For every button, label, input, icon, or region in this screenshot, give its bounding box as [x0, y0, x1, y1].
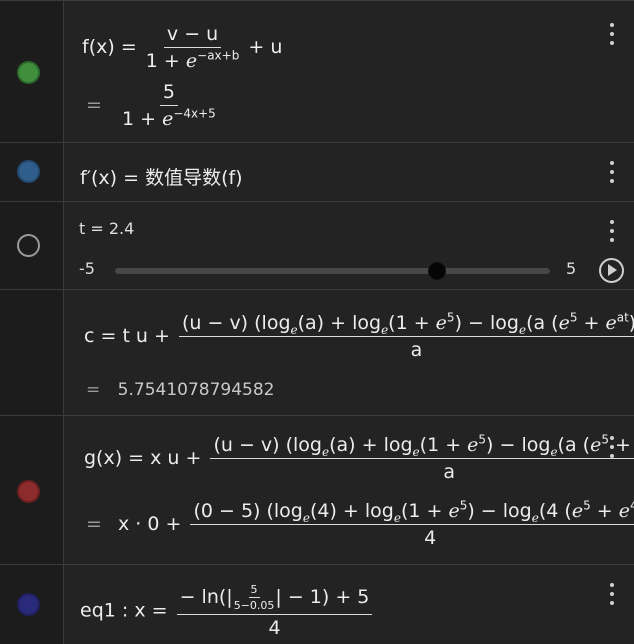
eq1-fraction: − ln(| 5 5−0.05 | − 1) + 5 4 — [176, 583, 373, 639]
row-gutter — [0, 416, 64, 564]
inner-numerator: 5 — [248, 583, 260, 598]
visibility-toggle-t[interactable] — [17, 234, 40, 257]
f-tail: + u — [248, 36, 283, 58]
e-symbol: e — [185, 50, 198, 72]
c-result: = 5.7541078794582 — [86, 380, 274, 400]
row-gutter — [0, 565, 64, 644]
t-definition[interactable]: t = 2.4 — [79, 219, 134, 238]
row-content: f(x) = v − u 1 + e−ax+b + u = 5 1 + e−4x… — [64, 1, 634, 142]
g-result-numerator: (0 − 5) (loge(4) + loge(1 + e5) − loge(4… — [190, 500, 634, 525]
row-content: eq1 : x = − ln(| 5 5−0.05 | − 1) + 5 4 — [64, 565, 634, 644]
algebra-row-g[interactable]: g(x) = x u + (u − v) (loge(a) + loge(1 +… — [0, 415, 634, 564]
more-options-icon[interactable] — [606, 23, 618, 45]
num-prefix: − ln(| — [179, 586, 233, 608]
fprime-definition[interactable]: f′(x) = 数值导数(f) — [80, 163, 243, 190]
row-gutter — [0, 202, 64, 289]
row-gutter — [0, 143, 64, 201]
exponent: −4x+5 — [173, 106, 216, 121]
slider-track[interactable] — [115, 268, 550, 274]
visibility-toggle-fprime[interactable] — [17, 160, 40, 183]
f-result: = 5 1 + e−4x+5 — [86, 81, 219, 130]
eq1-numerator: − ln(| 5 5−0.05 | − 1) + 5 — [176, 583, 373, 615]
g-definition[interactable]: g(x) = x u + (u − v) (loge(a) + loge(1 +… — [84, 434, 634, 483]
visibility-toggle-eq1[interactable] — [17, 593, 40, 616]
equals-sign: = — [120, 36, 137, 58]
f-result-numerator: 5 — [159, 81, 178, 106]
algebra-row-t[interactable]: t = 2.4 -5 5 — [0, 201, 634, 289]
f-fraction: v − u 1 + e−ax+b — [146, 23, 240, 72]
row-content: t = 2.4 -5 5 — [64, 202, 634, 289]
result-equals: = — [86, 513, 102, 535]
f-lhs: f(x) — [82, 36, 115, 58]
g-result-lhs: x · 0 + — [117, 513, 182, 535]
more-options-icon[interactable] — [606, 161, 618, 183]
g-fraction: (u − v) (loge(a) + loge(1 + e5) − loge(a… — [210, 434, 634, 483]
visibility-toggle-g[interactable] — [17, 480, 40, 503]
row-gutter — [0, 1, 64, 142]
algebra-row-fprime[interactable]: f′(x) = 数值导数(f) — [0, 142, 634, 201]
g-result-denominator: 4 — [424, 527, 437, 549]
g-lhs: g(x) = x u + — [84, 447, 202, 469]
eq1-definition[interactable]: eq1 : x = − ln(| 5 5−0.05 | − 1) + 5 4 — [80, 583, 375, 639]
c-lhs: c = t u + — [84, 325, 170, 347]
c-value: 5.7541078794582 — [117, 380, 275, 400]
eq1-denominator: 4 — [268, 617, 281, 639]
eq1-lhs: eq1 : x = — [80, 599, 168, 622]
inner-denominator: 5−0.05 — [233, 599, 275, 612]
algebra-row-eq1[interactable]: eq1 : x = − ln(| 5 5−0.05 | − 1) + 5 4 — [0, 564, 634, 644]
inner-fraction: 5 5−0.05 — [234, 583, 275, 612]
more-options-icon[interactable] — [606, 583, 618, 605]
c-numerator: (u − v) (loge(a) + loge(1 + e5) − loge(a… — [178, 312, 634, 337]
c-fraction: (u − v) (loge(a) + loge(1 + e5) − loge(a… — [178, 312, 634, 361]
visibility-toggle-f[interactable] — [17, 61, 40, 84]
g-numerator: (u − v) (loge(a) + loge(1 + e5) − loge(a… — [210, 434, 634, 459]
result-equals: = — [86, 380, 101, 400]
exponent: −ax+b — [197, 48, 240, 63]
slider-min-label: -5 — [79, 259, 95, 278]
slider-thumb[interactable] — [427, 262, 446, 280]
f-denominator: 1 + e−ax+b — [146, 48, 240, 72]
play-icon[interactable] — [599, 258, 624, 283]
g-result: = x · 0 + (0 − 5) (loge(4) + loge(1 + e5… — [86, 500, 634, 549]
den-prefix: 1 + — [121, 108, 157, 130]
more-options-icon[interactable] — [606, 220, 618, 242]
e-symbol: e — [162, 108, 174, 130]
c-definition[interactable]: c = t u + (u − v) (loge(a) + loge(1 + e5… — [84, 312, 634, 361]
algebra-row-c[interactable]: c = t u + (u − v) (loge(a) + loge(1 + e5… — [0, 289, 634, 415]
f-definition[interactable]: f(x) = v − u 1 + e−ax+b + u — [82, 23, 282, 72]
result-equals: = — [86, 94, 102, 116]
den-prefix: 1 + — [145, 50, 180, 72]
row-gutter — [0, 290, 64, 415]
g-result-fraction: (0 − 5) (loge(4) + loge(1 + e5) − loge(4… — [190, 500, 634, 549]
f-result-denominator: 1 + e−4x+5 — [122, 106, 216, 130]
num-suffix: | − 1) + 5 — [275, 586, 370, 608]
slider-max-label: 5 — [566, 259, 577, 278]
g-denominator: a — [443, 461, 456, 483]
row-content: g(x) = x u + (u − v) (loge(a) + loge(1 +… — [64, 416, 634, 564]
c-denominator: a — [410, 339, 423, 361]
more-options-icon[interactable] — [606, 436, 618, 458]
f-numerator: v − u — [163, 23, 222, 48]
algebra-row-f[interactable]: f(x) = v − u 1 + e−ax+b + u = 5 1 + e−4x… — [0, 0, 634, 142]
row-content: f′(x) = 数值导数(f) — [64, 143, 634, 201]
row-content: c = t u + (u − v) (loge(a) + loge(1 + e5… — [64, 290, 634, 415]
f-result-fraction: 5 1 + e−4x+5 — [122, 81, 216, 130]
